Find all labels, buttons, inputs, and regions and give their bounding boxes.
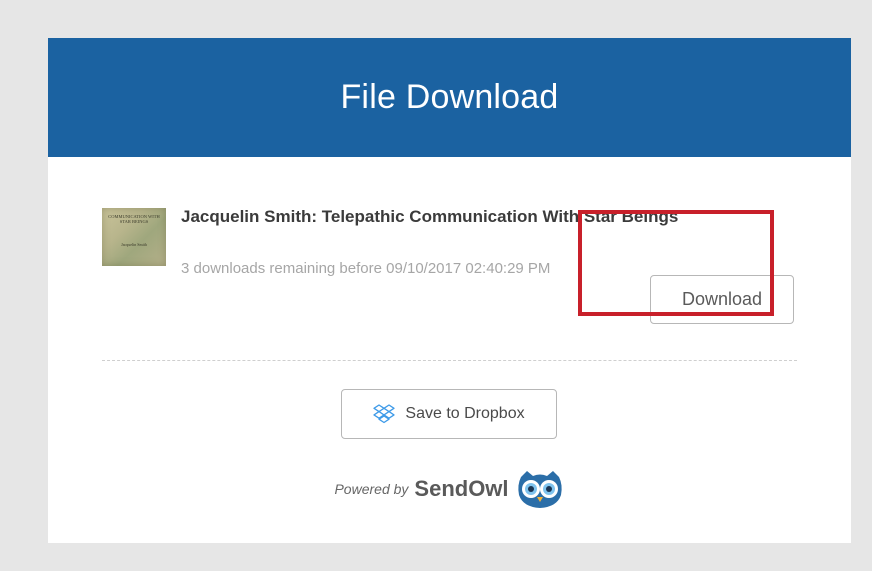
header-bar: File Download — [48, 38, 851, 157]
save-to-dropbox-button[interactable]: Save to Dropbox — [341, 389, 557, 439]
book-cover-thumbnail: Communication with Star Beings Jacquelin… — [102, 208, 166, 266]
powered-by-footer: Powered by SendOwl — [48, 469, 851, 509]
page-title: File Download — [340, 78, 559, 116]
download-highlight-box — [578, 210, 774, 316]
divider — [102, 360, 797, 361]
dropbox-button-label: Save to Dropbox — [405, 405, 525, 422]
powered-by-text: Powered by — [334, 481, 409, 497]
cover-title-text: Communication with Star Beings — [108, 214, 160, 224]
brand-name: SendOwl — [414, 476, 509, 501]
owl-logo-icon — [517, 471, 562, 508]
downloads-remaining-text: 3 downloads remaining before 09/10/2017 … — [181, 260, 551, 277]
dropbox-icon — [373, 404, 396, 424]
cover-author-text: Jacquelin Smith — [121, 242, 147, 247]
